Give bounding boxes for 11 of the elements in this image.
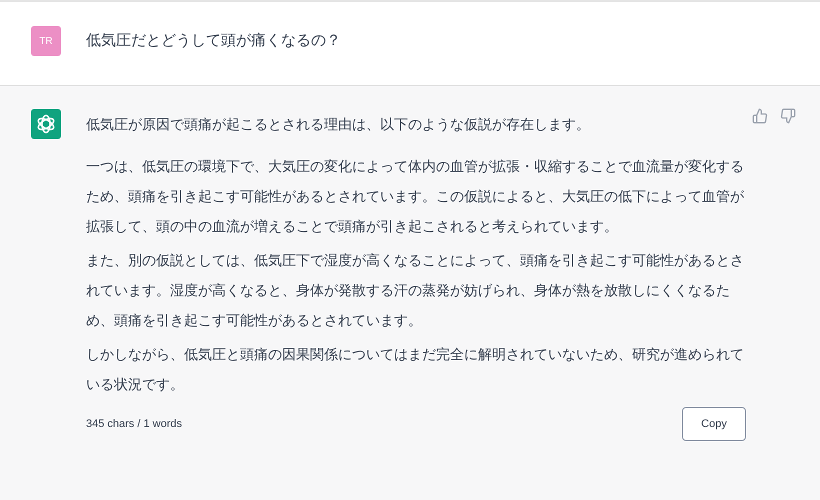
response-paragraph: 一つは、低気圧の環境下で、大気圧の変化によって体内の血管が拡張・収縮することで血流量が変化するため、頭痛を引き起こす可能性があるとされています。この仮説によると、大気圧の低下によって血管が拡張して、頭の中の血流が増えることで頭痛が引き起こされると考えられています。 [86,157,745,236]
response-paragraph: しかしながら、低気圧と頭痛の因果関係についてはまだ完全に解明されていないため、研究が進められている状況です。 [86,345,745,394]
user-message: 低気圧だとどうして頭が痛くなるの？ [86,31,341,51]
character-count: 345 chars / 1 words [86,416,182,432]
response-paragraph: また、別の仮説としては、低気圧下で湿度が高くなることによって、頭痛を引き起こす可能性があるとされています。湿度が高くなると、身体が発散する汗の蒸発が妨げられ、身体が熱を放散しにくくなるため、頭痛を引き起こす可能性があるとされています。 [86,251,745,330]
response-paragraph: 低気圧が原因で頭痛が起こるとされる理由は、以下のような仮説が存在します。 [86,115,591,134]
thumbs-up-icon[interactable] [752,108,768,124]
thumbs-down-icon[interactable] [780,108,796,124]
copy-button[interactable]: Copy [682,407,746,441]
assistant-logo-icon [31,109,61,139]
user-avatar: TR [31,26,61,56]
